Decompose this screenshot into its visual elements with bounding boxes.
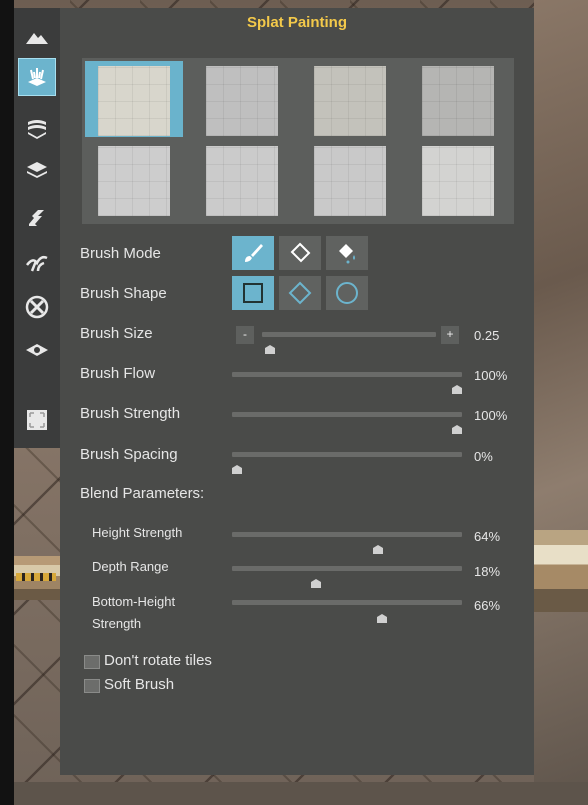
window-left-edge <box>0 0 14 805</box>
texture-tile[interactable] <box>206 146 278 216</box>
depth-range-slider[interactable] <box>232 566 462 571</box>
depth-range-value: 18% <box>474 564 501 579</box>
brush-size-value: 0.25 <box>474 328 500 343</box>
eye-icon[interactable] <box>18 331 56 369</box>
brush-spacing-label: Brush Spacing <box>80 446 178 463</box>
blend-parameters-heading: Blend Parameters: <box>80 485 205 502</box>
height-strength-value: 64% <box>474 529 501 544</box>
brush-strength-value: 100% <box>474 408 508 423</box>
splat-paint-icon[interactable] <box>18 58 56 96</box>
texture-tile[interactable] <box>314 66 386 136</box>
brush-spacing-value: 0% <box>474 449 493 464</box>
height-strength-label: Height Strength <box>92 525 183 540</box>
panel-title: Splat Painting <box>246 14 347 31</box>
eraser-icon <box>290 242 311 263</box>
brush-size-increase-button[interactable]: + <box>441 326 459 344</box>
bottom-height-strength-slider[interactable] <box>232 600 462 605</box>
brush-size-slider[interactable] <box>262 332 436 337</box>
brush-mode-label: Brush Mode <box>80 245 161 262</box>
brush-size-label: Brush Size <box>80 325 153 342</box>
brush-flow-value: 100% <box>474 368 508 383</box>
brush-spacing-slider[interactable] <box>232 452 462 457</box>
bottom-height-strength-label-line1: Bottom-Height <box>92 594 176 609</box>
square-shape-icon <box>243 283 263 303</box>
scene-bottom <box>14 782 588 805</box>
texture-tile[interactable] <box>206 66 278 136</box>
brush-flow-label: Brush Flow <box>80 365 156 382</box>
brush-strength-slider[interactable] <box>232 412 462 417</box>
texture-layers-icon[interactable] <box>18 108 56 146</box>
brush-flow-slider[interactable] <box>232 372 462 377</box>
remove-icon[interactable] <box>18 288 56 326</box>
brush-strength-label: Brush Strength <box>80 405 181 422</box>
brush-size-decrease-button[interactable]: - <box>236 326 254 344</box>
brush-size-slider-handle[interactable] <box>265 341 276 354</box>
height-strength-slider-handle[interactable] <box>372 541 383 554</box>
texture-palette <box>82 58 514 224</box>
bottom-height-strength-value: 66% <box>474 598 501 613</box>
texture-tile[interactable] <box>98 66 170 136</box>
soft-brush-label[interactable]: Soft Brush <box>104 676 174 693</box>
brush-strength-slider-handle[interactable] <box>452 421 462 434</box>
tool-sidebar <box>14 8 60 448</box>
height-strength-slider[interactable] <box>232 532 462 537</box>
bottom-height-strength-label-line2: Strength <box>92 616 142 631</box>
fill-bucket-icon <box>339 244 355 264</box>
circle-shape-icon <box>336 282 358 304</box>
bottom-height-strength-slider-handle[interactable] <box>377 610 388 623</box>
brush-mode-paint-button[interactable] <box>232 236 274 270</box>
splat-painting-panel: Splat Painting Brush Mode Brush Shape Br… <box>60 8 534 775</box>
soft-brush-checkbox[interactable] <box>84 679 100 693</box>
diamond-shape-icon <box>288 281 312 305</box>
brush-shape-square-button[interactable] <box>232 276 274 310</box>
depth-range-label: Depth Range <box>92 559 169 574</box>
depth-range-slider-handle[interactable] <box>311 575 322 588</box>
texture-tile[interactable] <box>422 146 494 216</box>
scene-pipe-right <box>534 530 588 612</box>
brush-shape-diamond-button[interactable] <box>279 276 321 310</box>
layers-icon[interactable] <box>18 151 56 189</box>
scene-right <box>534 0 588 805</box>
path-tool-icon[interactable] <box>18 198 56 236</box>
texture-tile[interactable] <box>98 146 170 216</box>
brush-shape-circle-button[interactable] <box>326 276 368 310</box>
brush-spacing-slider-handle[interactable] <box>232 461 242 474</box>
dont-rotate-tiles-label[interactable]: Don't rotate tiles <box>104 652 212 669</box>
fullscreen-icon[interactable] <box>18 401 56 439</box>
brush-mode-erase-button[interactable] <box>279 236 321 270</box>
texture-tile[interactable] <box>422 66 494 136</box>
scene-pipe-stripe <box>16 573 56 581</box>
brush-flow-slider-handle[interactable] <box>452 381 462 394</box>
texture-tile[interactable] <box>314 146 386 216</box>
brush-icon <box>245 244 263 262</box>
brush-shape-label: Brush Shape <box>80 285 167 302</box>
brush-mode-fill-button[interactable] <box>326 236 368 270</box>
terrain-icon[interactable] <box>18 18 56 56</box>
dont-rotate-tiles-checkbox[interactable] <box>84 655 100 669</box>
vegetation-icon[interactable] <box>18 243 56 281</box>
